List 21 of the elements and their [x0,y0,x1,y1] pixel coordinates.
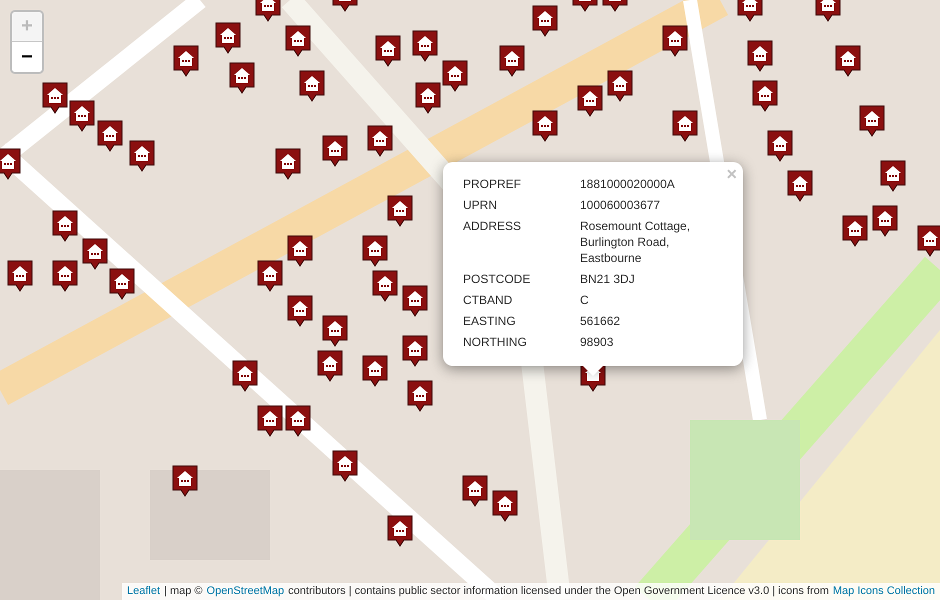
field-value: 1881000020000A [580,176,676,192]
field-label: POSTCODE [463,271,532,287]
field-label: PROPREF [463,176,522,192]
field-label: UPRN [463,197,498,213]
field-value: BN21 3DJ [580,271,636,287]
field-value: Rosemount Cottage, Burlington Road, Eastbourne [580,218,692,266]
field-label: CTBAND [463,292,514,308]
field-label: ADDRESS [463,218,522,235]
attribution-text: contributors | contains public sector information licensed under the Open Government Licence v3.0 | icons from [288,584,829,599]
field-value: C [580,292,590,308]
attribution-link[interactable]: Leaflet [127,584,160,599]
field-label: EASTING [463,313,517,329]
attribution-link[interactable]: OpenStreetMap [206,584,284,599]
house-marker-icon[interactable] [0,148,21,180]
house-marker-icon[interactable] [917,225,940,257]
field-label: NORTHING [463,334,528,350]
field-value: 100060003677 [580,197,662,213]
field-value: 561662 [580,313,622,329]
attribution-link[interactable]: Map Icons Collection [832,584,935,599]
field-value: 98903 [580,334,614,350]
attribution-text: | map © [164,584,203,599]
